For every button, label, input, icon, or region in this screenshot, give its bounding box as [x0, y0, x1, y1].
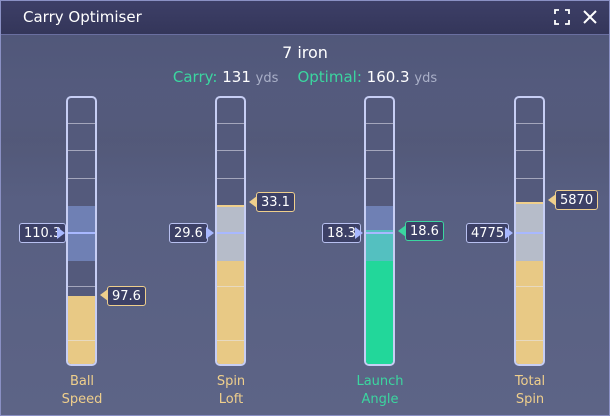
ball-speed-label: Ball Speed [61, 374, 103, 407]
carry-value: 131 [222, 68, 251, 86]
optimal-unit: yds [414, 71, 438, 86]
total-spin-gauge [514, 96, 545, 366]
fullscreen-icon[interactable] [553, 8, 571, 26]
overlap-range [366, 230, 393, 261]
optimal-label: Optimal: [297, 68, 362, 86]
launch-angle-label: Launch Angle [356, 374, 404, 407]
launch-angle-optimal-tag: 18.6 [405, 221, 444, 241]
total-spin-label: Total Spin [514, 374, 546, 407]
current-arrow-icon [57, 227, 65, 239]
ball-speed-optimal-tag: 97.6 [107, 286, 146, 306]
carry-unit: yds [255, 71, 279, 86]
close-icon[interactable] [581, 8, 599, 26]
current-arrow-icon [206, 227, 214, 239]
optimal-marker [217, 205, 244, 207]
current-marker [68, 232, 95, 234]
spin-loft-optimal-tag: 33.1 [256, 192, 295, 212]
optimal-fill [366, 261, 393, 364]
spin-loft-label: Spin Loft [216, 374, 246, 407]
total-spin-current-tag: 4775 [466, 223, 510, 243]
current-arrow-icon [355, 227, 363, 239]
title-bar: Carry Optimiser [1, 1, 609, 35]
club-name: 7 iron [282, 43, 328, 62]
current-marker [366, 232, 393, 234]
ball-speed-gauge [66, 96, 97, 366]
current-arrow-icon [505, 227, 513, 239]
current-marker [516, 232, 543, 234]
carry-label: Carry: [172, 68, 218, 86]
optimal-fill [516, 261, 543, 364]
launch-angle-gauge [364, 96, 395, 366]
window-title: Carry Optimiser [23, 8, 142, 26]
optimal-fill [68, 296, 95, 364]
current-range [366, 206, 393, 230]
carry-optimiser-window: Carry Optimiser 7 iron Carry: 131 yds Op… [0, 0, 610, 416]
spin-loft-gauge [215, 96, 246, 366]
optimal-marker [516, 202, 543, 204]
total-spin-optimal-tag: 5870 [555, 190, 599, 210]
optimal-value: 160.3 [366, 68, 410, 86]
optimal-fill [217, 261, 244, 364]
spin-loft-current-tag: 29.6 [169, 223, 208, 243]
current-marker [217, 232, 244, 234]
carry-summary: Carry: 131 yds Optimal: 160.3 yds [1, 68, 609, 86]
